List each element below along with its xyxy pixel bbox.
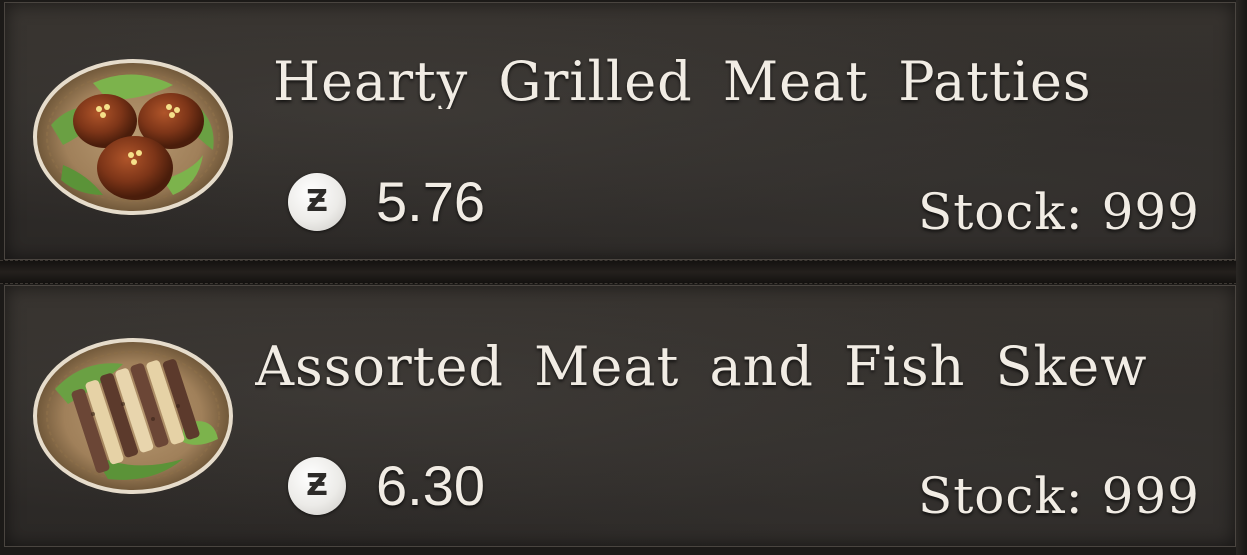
currency-coin-icon: Ƶ bbox=[288, 173, 346, 231]
panel-edge bbox=[1236, 0, 1247, 555]
shop-item-row[interactable]: Assorted Meat and Fish Skew Ƶ 6.30 Stock… bbox=[4, 285, 1236, 547]
currency-coin-icon: Ƶ bbox=[288, 457, 346, 515]
meat-patties-plate-icon bbox=[33, 55, 235, 217]
shop-item-row[interactable]: Hearty Grilled Meat Patties Ƶ 5.76 Stock… bbox=[4, 2, 1236, 260]
stock-count: Stock: 999 bbox=[918, 471, 1200, 521]
stock-value: 999 bbox=[1101, 183, 1200, 241]
stock-value: 999 bbox=[1101, 467, 1200, 525]
shop-item-list: Hearty Grilled Meat Patties Ƶ 5.76 Stock… bbox=[0, 0, 1247, 555]
item-price: Ƶ 5.76 bbox=[288, 169, 485, 235]
stock-count: Stock: 999 bbox=[918, 187, 1200, 237]
item-name: Assorted Meat and Fish Skew bbox=[255, 340, 1148, 394]
stock-label: Stock: bbox=[917, 467, 1084, 525]
price-value: 6.30 bbox=[376, 454, 485, 517]
item-price: Ƶ 6.30 bbox=[288, 453, 485, 519]
row-divider bbox=[0, 260, 1247, 284]
stock-label: Stock: bbox=[917, 183, 1084, 241]
price-value: 5.76 bbox=[376, 170, 485, 233]
item-name: Hearty Grilled Meat Patties bbox=[273, 55, 1092, 109]
meat-fish-skewers-plate-icon bbox=[33, 334, 235, 496]
